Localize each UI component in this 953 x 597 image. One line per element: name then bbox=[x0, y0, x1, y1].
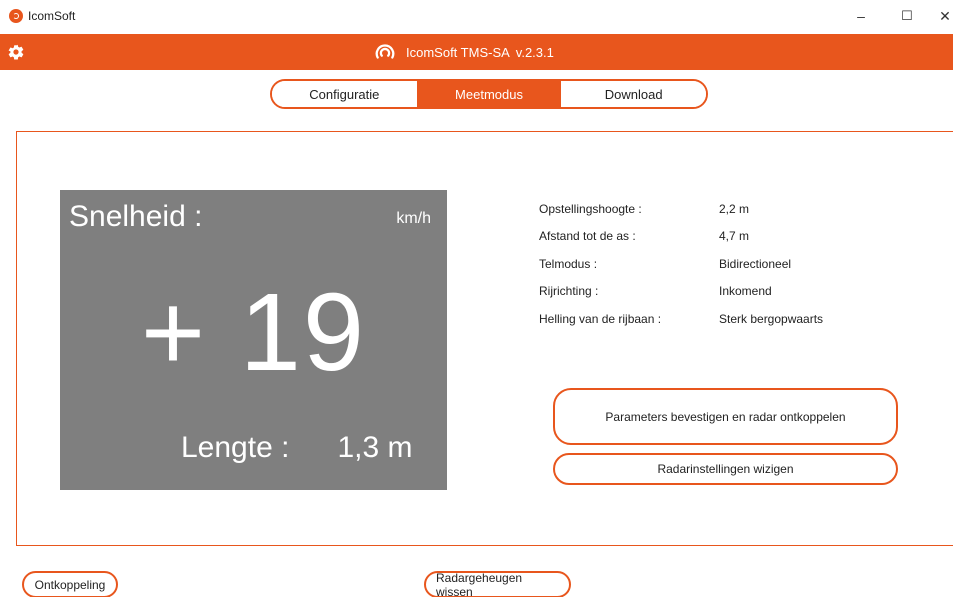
app-logo-icon bbox=[9, 9, 23, 23]
param-value: Bidirectioneel bbox=[719, 256, 792, 271]
app-name: IcomSoft TMS-SA bbox=[406, 44, 510, 60]
param-value: 2,2 m bbox=[719, 201, 750, 216]
param-value: 4,7 m bbox=[719, 229, 750, 244]
param-key: Opstellingshoogte : bbox=[539, 201, 642, 216]
param-row: Rijrichting : Inkomend bbox=[539, 278, 823, 306]
tab-meetmodus[interactable]: Meetmodus bbox=[416, 81, 562, 107]
param-key: Rijrichting : bbox=[539, 284, 599, 299]
length-value: 1,3 m bbox=[337, 431, 413, 464]
param-row: Opstellingshoogte : 2,2 m bbox=[539, 195, 823, 223]
radar-settings-button[interactable]: Radarinstellingen wizigen bbox=[553, 453, 898, 485]
param-row: Telmodus : Bidirectioneel bbox=[539, 250, 823, 278]
speed-display: Snelheid : km/h + 19 Lengte : 1,3 m bbox=[60, 190, 447, 490]
app-brand: IcomSoft TMS-SA v.2.3.1 bbox=[374, 40, 554, 64]
parameter-list: Opstellingshoogte : 2,2 m Afstand tot de… bbox=[539, 195, 823, 333]
speed-unit: km/h bbox=[396, 210, 431, 227]
disconnect-button[interactable]: Ontkoppeling bbox=[22, 571, 118, 597]
app-version: v.2.3.1 bbox=[515, 44, 554, 60]
tab-configuratie[interactable]: Configuratie bbox=[272, 81, 417, 107]
param-key: Afstand tot de as : bbox=[539, 229, 636, 244]
confirm-disconnect-button[interactable]: Parameters bevestigen en radar ontkoppel… bbox=[553, 388, 898, 445]
gear-icon[interactable] bbox=[7, 43, 25, 61]
maximize-button[interactable]: ☐ bbox=[895, 6, 919, 26]
param-row: Helling van de rijbaan : Sterk bergopwaa… bbox=[539, 305, 823, 333]
param-key: Telmodus : bbox=[539, 256, 598, 271]
length-row: Lengte : 1,3 m bbox=[181, 431, 412, 465]
icomsoft-logo-icon bbox=[375, 44, 395, 59]
window-title: IcomSoft bbox=[28, 9, 76, 23]
param-value: Sterk bergopwaarts bbox=[719, 311, 824, 326]
param-value: Inkomend bbox=[719, 284, 772, 299]
param-key: Helling van de rijbaan : bbox=[539, 311, 662, 326]
window-titlebar: IcomSoft – ☐ ✕ bbox=[0, 0, 953, 34]
close-button[interactable]: ✕ bbox=[933, 6, 953, 26]
speed-value: + 19 bbox=[140, 271, 367, 394]
wipe-radar-memory-button[interactable]: Radargeheugen wissen bbox=[424, 571, 571, 597]
gear-icon-svg bbox=[8, 44, 24, 60]
speed-label: Snelheid : bbox=[69, 200, 203, 233]
param-row: Afstand tot de as : 4,7 m bbox=[539, 223, 823, 251]
mode-tabs: Configuratie Meetmodus Download bbox=[270, 79, 708, 109]
minimize-button[interactable]: – bbox=[849, 6, 873, 26]
tab-download[interactable]: Download bbox=[561, 81, 706, 107]
header-bar: IcomSoft TMS-SA v.2.3.1 bbox=[0, 34, 953, 70]
length-label: Lengte : bbox=[181, 431, 290, 464]
